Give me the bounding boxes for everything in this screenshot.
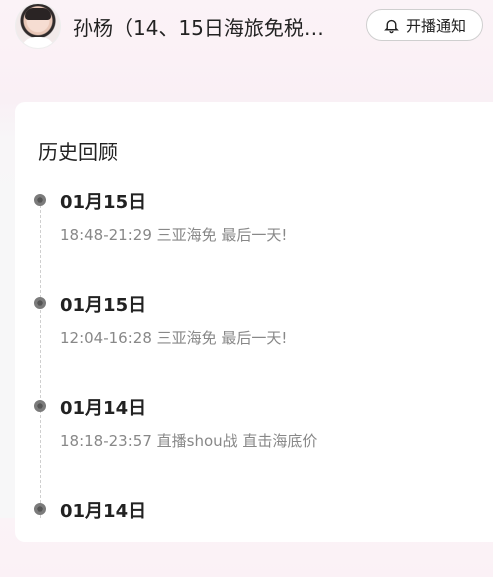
bell-icon [384,19,399,33]
avatar[interactable] [15,3,61,49]
history-item[interactable]: 01月14日 [0,497,493,577]
history-desc: 18:48-21:29 三亚海免 最后一天! [60,226,288,244]
avatar-shirt [21,37,55,48]
history-item[interactable]: 01月14日 18:18-23:57 直播shou战 直击海底价 [0,394,493,474]
channel-title: 孙杨（14、15日海旅免税… [73,16,324,40]
history-desc: 12:04-16:28 三亚海免 最后一天! [60,329,288,347]
history-item[interactable]: 01月15日 12:04-16:28 三亚海免 最后一天! [0,291,493,371]
timeline-dot [34,194,46,206]
history-date: 01月15日 [60,192,147,213]
history-date: 01月14日 [60,398,147,419]
section-title: 历史回顾 [38,140,118,164]
history-desc: 18:18-23:57 直播shou战 直击海底价 [60,432,318,450]
history-date: 01月14日 [60,501,147,522]
timeline-dot [34,503,46,515]
top-bar: 孙杨（14、15日海旅免税… 开播通知 [0,0,493,56]
live-notification-button[interactable]: 开播通知 [366,9,483,41]
timeline-dot [34,400,46,412]
timeline-dot [34,297,46,309]
history-date: 01月15日 [60,295,147,316]
live-notification-label: 开播通知 [405,16,466,35]
avatar-hair [25,8,51,20]
history-item[interactable]: 01月15日 18:48-21:29 三亚海免 最后一天! [0,188,493,268]
